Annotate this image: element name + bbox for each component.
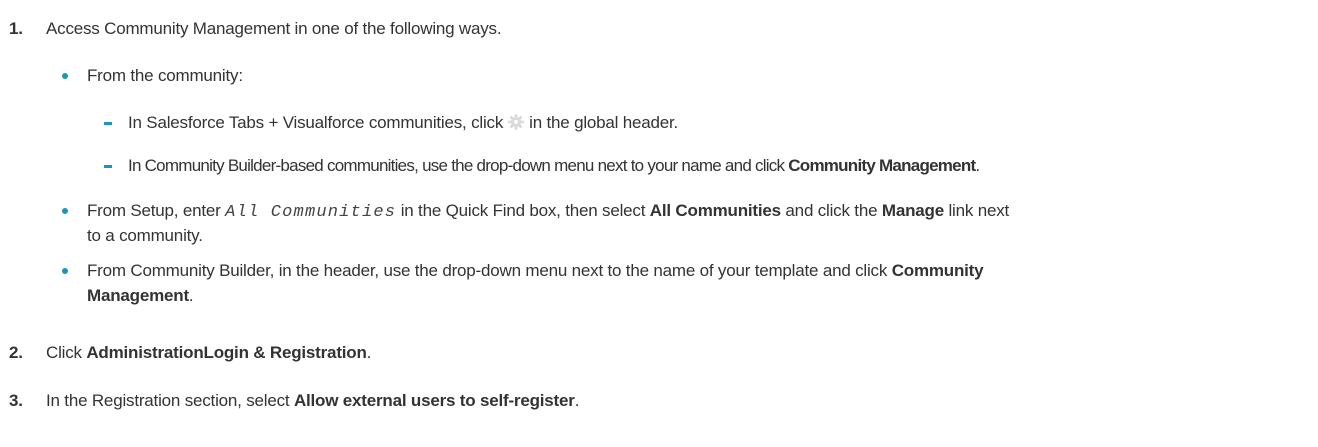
ui-term: Management (87, 286, 189, 305)
gear-icon (508, 114, 525, 130)
bullet-icon (62, 73, 68, 79)
code-text: All Communities (225, 203, 397, 222)
ui-term: Allow external users to self-register (293, 391, 575, 410)
ui-term: Community (891, 261, 984, 280)
document-page: 1. Access Community Management in one of… (9, 19, 1010, 410)
step-text: Access Community Management in one of th… (46, 19, 502, 38)
dash-icon (104, 165, 112, 168)
bullet-icon (62, 268, 68, 274)
bullet-text: From Community Builder, in the header, u… (87, 261, 984, 280)
step-number: 2. (9, 343, 23, 362)
step-text: In the Registration section, select Allo… (46, 391, 580, 410)
ui-term: Manage (881, 201, 944, 220)
ui-term: Community Management (788, 156, 976, 175)
ui-term: AdministrationLogin & Registration (86, 343, 367, 362)
step-text: Click AdministrationLogin & Registration… (46, 343, 372, 362)
dash-text: In Community Builder-based communities, … (128, 156, 980, 175)
ui-term: All Communities (649, 201, 781, 220)
step-number: 3. (9, 391, 23, 410)
dash-text: In Salesforce Tabs + Visualforce communi… (128, 113, 679, 132)
bullet-text: From the community: (87, 66, 243, 85)
dash-icon (104, 122, 112, 125)
bullet-text: From Setup, enter All Communities in the… (87, 201, 1010, 222)
step-number: 1. (9, 19, 23, 38)
bullet-icon (62, 208, 68, 214)
